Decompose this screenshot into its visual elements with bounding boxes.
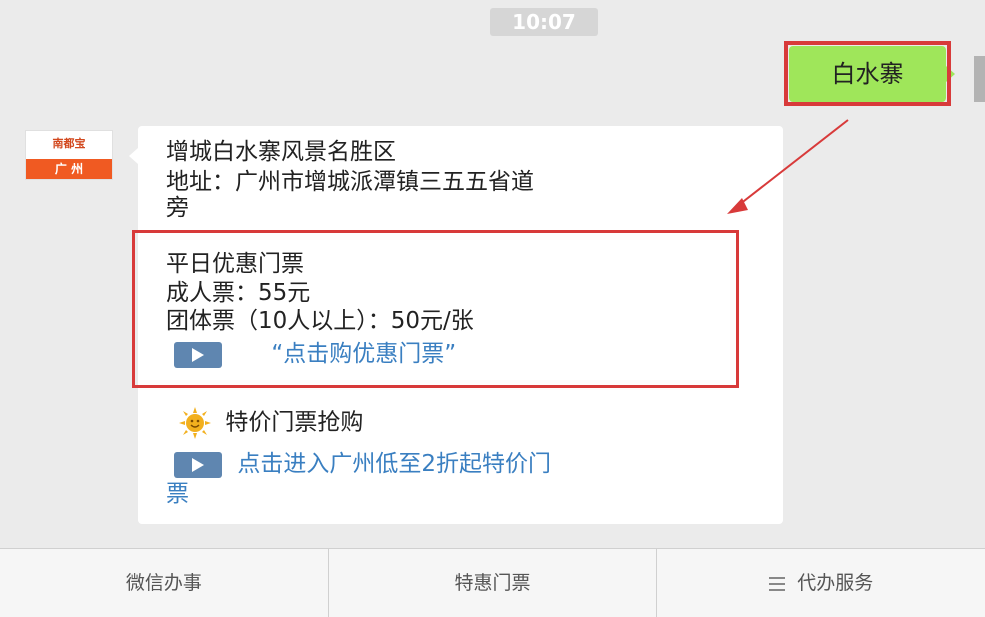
avatar-logo-text: 南都宝 [52,137,86,150]
special-tickets-link-row[interactable]: 点击进入广州低至2折起特价门 [174,450,551,478]
play-icon [174,451,222,478]
sent-message-highlight [784,41,951,106]
weekday-tickets-highlight [132,230,739,388]
timestamp: 10:07 [490,8,598,36]
scenic-area-title: 增城白水寨风景名胜区 [166,139,396,165]
address-line: 地址：广州市增城派潭镇三五五省道 [166,169,534,195]
menu-wechat-services[interactable]: 微信办事 [0,549,329,617]
special-tickets-link[interactable]: 点击进入广州低至2折起特价门 [237,451,551,477]
account-avatar[interactable]: 南都宝 广 州 [25,130,113,180]
menu-special-tickets[interactable]: 特惠门票 [329,549,658,617]
menu-agency-services[interactable]: 代办服务 [657,549,985,617]
menu-icon [769,576,786,591]
avatar-city-label: 广 州 [26,159,112,179]
bottom-menu-bar: 微信办事 特惠门票 代办服务 [0,548,985,617]
special-tickets-link-continued[interactable]: 票 [166,480,189,508]
address-line-continued: 旁 [166,195,189,221]
sun-icon [179,407,211,439]
special-tickets-heading: 特价门票抢购 [225,409,364,436]
special-tickets-row: 特价门票抢购 [178,406,363,440]
user-avatar[interactable] [974,56,985,102]
menu-agency-services-label: 代办服务 [797,572,874,594]
